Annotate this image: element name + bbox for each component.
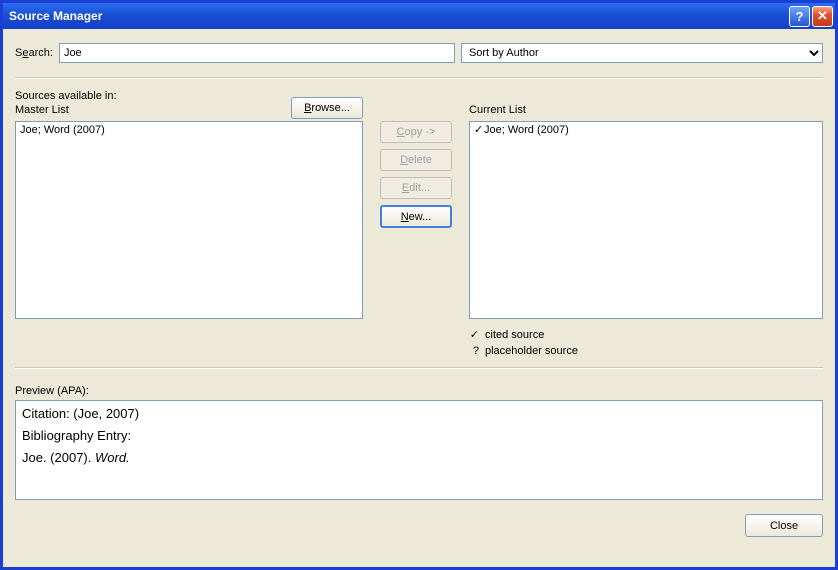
window-close-button[interactable]: ✕ (812, 6, 833, 27)
dialog-client-area: Search: Sort by Author Sources available… (3, 29, 835, 567)
question-icon: ? (469, 343, 485, 359)
check-icon: ✓ (469, 327, 485, 343)
title-bar: Source Manager ? ✕ (3, 3, 835, 29)
legend-placeholder-label: placeholder source (485, 345, 578, 357)
master-list-label: Master List (15, 103, 117, 117)
copy-button[interactable]: Copy -> (380, 121, 452, 143)
check-icon: ✓ (474, 123, 484, 137)
transfer-buttons-column: Copy -> Delete Edit... New... (377, 89, 455, 359)
current-list-box[interactable]: ✓Joe; Word (2007) (469, 121, 823, 319)
preview-label: Preview (APA): (15, 385, 823, 397)
window-title: Source Manager (9, 9, 787, 23)
preview-box[interactable]: Citation: (Joe, 2007) Bibliography Entry… (15, 400, 823, 500)
help-icon: ? (796, 9, 804, 24)
list-item[interactable]: ✓Joe; Word (2007) (472, 123, 820, 137)
preview-bib-label: Bibliography Entry: (22, 427, 816, 445)
preview-citation-line: Citation: (Joe, 2007) (22, 405, 816, 423)
close-button[interactable]: Close (745, 514, 823, 537)
legend: ✓cited source ?placeholder source (469, 327, 823, 359)
edit-button[interactable]: Edit... (380, 177, 452, 199)
current-list-label: Current List (469, 103, 526, 117)
lists-area: Sources available in: Master List Browse… (15, 89, 823, 359)
master-list-box[interactable]: Joe; Word (2007) (15, 121, 363, 319)
preview-bib-entry: Joe. (2007). Word. (22, 449, 816, 467)
delete-button[interactable]: Delete (380, 149, 452, 171)
sources-available-label: Sources available in: (15, 89, 117, 103)
legend-cited-label: cited source (485, 329, 544, 341)
new-button[interactable]: New... (380, 205, 452, 228)
separator-top (15, 77, 823, 79)
search-row: Search: Sort by Author (15, 43, 823, 63)
close-icon: ✕ (817, 8, 828, 24)
master-list-column: Sources available in: Master List Browse… (15, 89, 363, 359)
help-button[interactable]: ? (789, 6, 810, 27)
search-label: Search: (15, 47, 53, 59)
search-input[interactable] (59, 43, 455, 63)
browse-button[interactable]: Browse... (291, 97, 363, 119)
separator-mid (15, 367, 823, 369)
current-list-column: Current List ✓Joe; Word (2007) ✓cited so… (469, 89, 823, 359)
list-item[interactable]: Joe; Word (2007) (18, 123, 360, 137)
sort-select[interactable]: Sort by Author (461, 43, 823, 63)
dialog-footer: Close (15, 500, 823, 537)
source-manager-dialog: Source Manager ? ✕ Search: Sort by Autho… (0, 0, 838, 570)
